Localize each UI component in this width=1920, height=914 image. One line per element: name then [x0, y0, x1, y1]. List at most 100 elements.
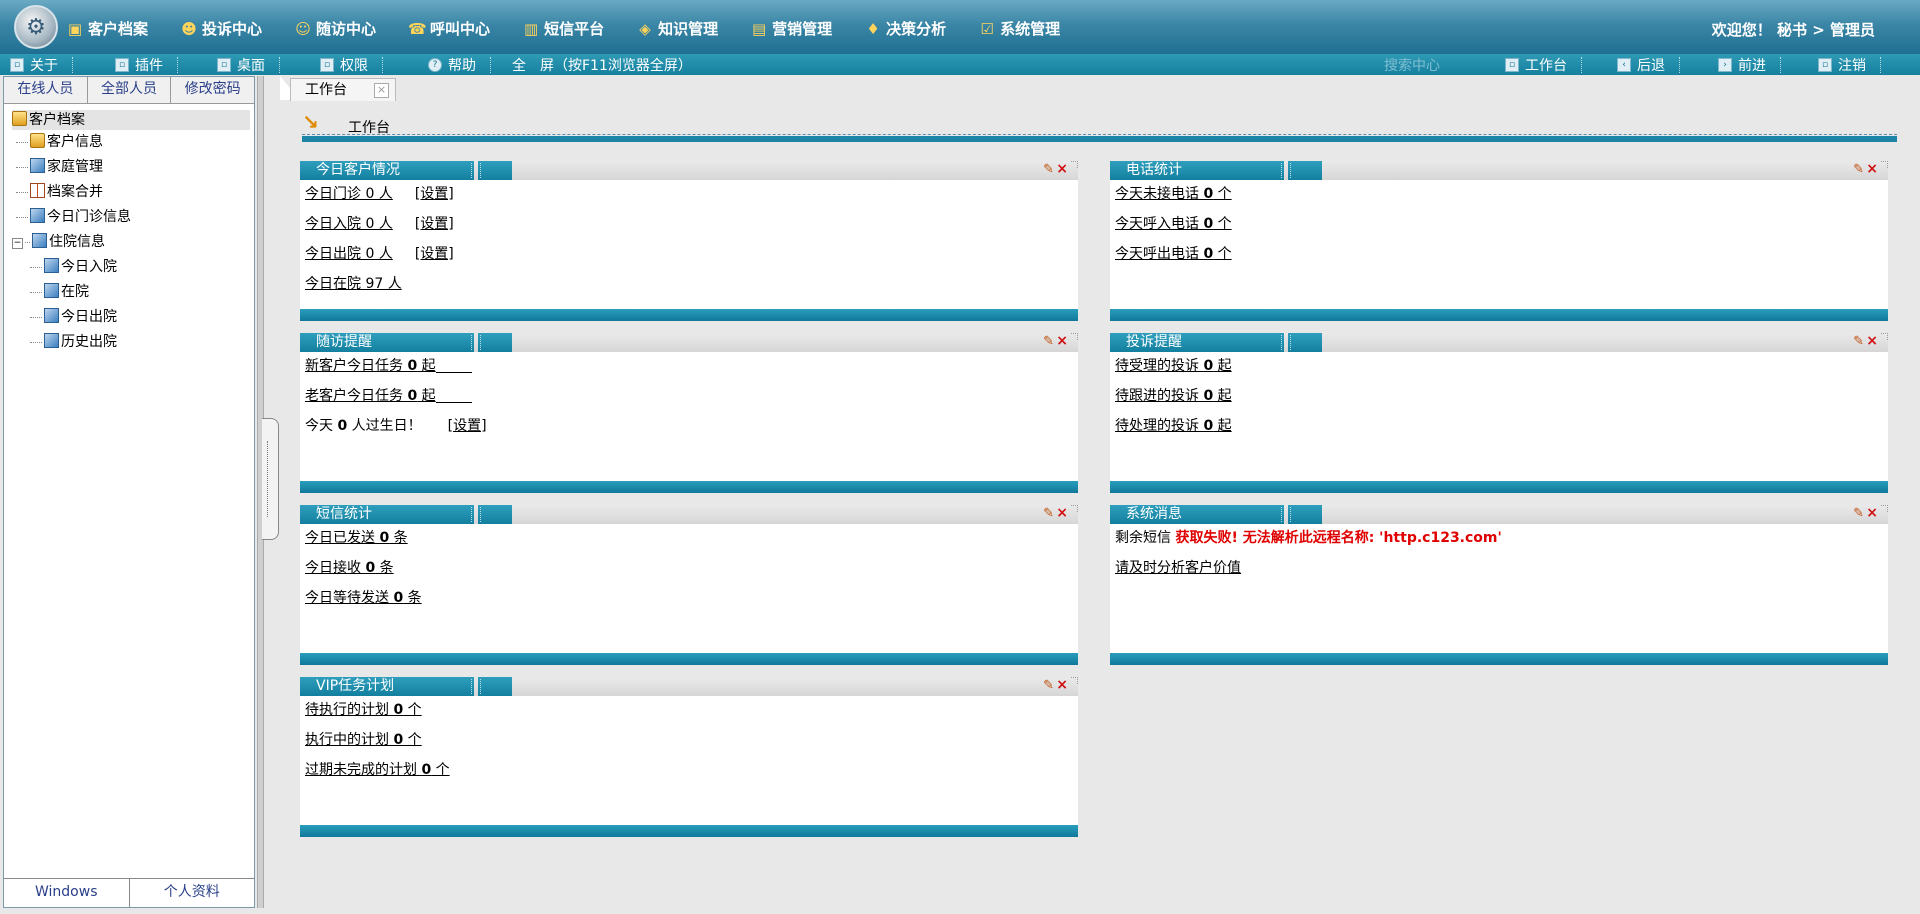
incoming-calls-link[interactable]: 今天呼入电话 0 个 [1115, 216, 1232, 232]
close-icon[interactable]: × [374, 83, 389, 98]
resize-icon[interactable] [1881, 161, 1888, 168]
close-icon[interactable]: × [1056, 677, 1068, 693]
menu-call-center[interactable]: ☎ 呼叫中心 [408, 18, 490, 39]
resize-icon[interactable] [1071, 677, 1078, 684]
collapse-icon[interactable]: − [12, 238, 23, 249]
edit-icon[interactable]: ✎ [1043, 506, 1054, 521]
edit-icon[interactable]: ✎ [1853, 506, 1864, 521]
pending-process-complaints-link[interactable]: 待处理的投诉 0 起 [1115, 418, 1232, 434]
menu-complaint-center[interactable]: ☻ 投诉中心 [180, 18, 262, 39]
workbench-button[interactable]: ▫ 工作台 [1505, 55, 1583, 75]
tree-item-history-discharge[interactable]: 历史出院 [4, 330, 254, 355]
row-count: 0 [1203, 186, 1214, 202]
menu-label: 投诉中心 [202, 20, 263, 38]
analyze-customer-value-link[interactable]: 请及时分析客户价值 [1115, 560, 1241, 576]
sms-received-link[interactable]: 今日接收 0 条 [305, 560, 394, 576]
help-button[interactable]: ? 帮助 [428, 55, 492, 75]
edit-icon[interactable]: ✎ [1853, 162, 1864, 177]
tree-item-inpatient-info[interactable]: − 住院信息 [4, 230, 254, 255]
tab-online-users[interactable]: 在线人员 [4, 77, 88, 103]
missed-calls-link[interactable]: 今天未接电话 0 个 [1115, 186, 1232, 202]
row-count: 0 [407, 358, 418, 374]
permission-button[interactable]: ▫ 权限 [320, 55, 384, 75]
forward-label: 前进 [1738, 58, 1766, 74]
sidebar-bottom-tabs: Windows 个人资料 [4, 878, 254, 907]
row-count: 0 [1203, 358, 1214, 374]
settings-link[interactable]: [设置] [415, 246, 454, 262]
tab-personal-profile[interactable]: 个人资料 [130, 879, 255, 907]
edit-icon[interactable]: ✎ [1043, 678, 1054, 693]
settings-link[interactable]: [设置] [448, 418, 487, 434]
back-button[interactable]: ‹ 后退 [1617, 55, 1681, 75]
tree-item-family-management[interactable]: 家庭管理 [4, 155, 254, 180]
today-in-hospital-link[interactable]: 今日在院 97 人 [305, 276, 402, 292]
forward-button[interactable]: › 前进 [1718, 55, 1782, 75]
close-icon[interactable]: × [1866, 161, 1878, 177]
resize-icon[interactable] [1881, 505, 1888, 512]
pending-accept-complaints-link[interactable]: 待受理的投诉 0 起 [1115, 358, 1232, 374]
edit-icon[interactable]: ✎ [1853, 334, 1864, 349]
resize-icon[interactable] [1071, 505, 1078, 512]
tab-change-password[interactable]: 修改密码 [171, 77, 255, 103]
tree-connector [30, 291, 42, 293]
today-admission-link[interactable]: 今日入院 0 人 [305, 216, 393, 232]
sms-sent-link[interactable]: 今日已发送 0 条 [305, 530, 408, 546]
today-discharge-link[interactable]: 今日出院 0 人 [305, 246, 393, 262]
menu-customer-records[interactable]: ▣ 客户档案 [66, 18, 148, 39]
row-unit: 个 [403, 702, 422, 718]
outgoing-calls-link[interactable]: 今天呼出电话 0 个 [1115, 246, 1232, 262]
overdue-plans-link[interactable]: 过期未完成的计划 0 个 [305, 762, 450, 778]
resize-icon[interactable] [1881, 333, 1888, 340]
menu-knowledge[interactable]: ◈ 知识管理 [636, 18, 718, 39]
tab-workbench[interactable]: 工作台 × [290, 78, 396, 101]
resize-icon[interactable] [1071, 161, 1078, 168]
plugin-button[interactable]: ▫ 插件 [115, 55, 179, 75]
tree-root-customer-records[interactable]: 客户档案 [12, 110, 250, 130]
main-menu: ▣ 客户档案 ☻ 投诉中心 ☺ 随访中心 ☎ 呼叫中心 ▥ 短信平台 ◈ 知识管理 ▤ 营销管… [66, 18, 1092, 39]
close-icon[interactable]: × [1866, 505, 1878, 521]
close-icon[interactable]: × [1866, 333, 1878, 349]
menu-system-admin[interactable]: ☑ 系统管理 [978, 18, 1060, 39]
search-center-button[interactable]: 搜索中心 [1384, 55, 1440, 75]
logout-button[interactable]: ▫ 注销 [1818, 55, 1882, 75]
list-item: 今日出院 0 人 [设置] [305, 244, 454, 274]
tree-item-today-discharge[interactable]: 今日出院 [4, 305, 254, 330]
folder-icon: ▣ [67, 19, 83, 38]
settings-link[interactable]: [设置] [415, 186, 454, 202]
in-progress-plans-link[interactable]: 执行中的计划 0 个 [305, 732, 422, 748]
tree-item-in-hospital[interactable]: 在院 [4, 280, 254, 305]
tab-all-users[interactable]: 全部人员 [87, 77, 172, 103]
edit-icon[interactable]: ✎ [1043, 334, 1054, 349]
panel-header-block [478, 677, 512, 696]
tree-connector [16, 191, 28, 193]
settings-link[interactable]: [设置] [415, 216, 454, 232]
tree-item-customer-info[interactable]: 客户信息 [4, 130, 254, 155]
close-icon[interactable]: × [1056, 505, 1068, 521]
menu-decision-analysis[interactable]: ♦ 决策分析 [864, 18, 946, 39]
pending-followup-complaints-link[interactable]: 待跟进的投诉 0 起 [1115, 388, 1232, 404]
tab-windows[interactable]: Windows [4, 879, 130, 907]
pending-plans-link[interactable]: 待执行的计划 0 个 [305, 702, 422, 718]
edit-icon[interactable]: ✎ [1043, 162, 1054, 177]
tree-item-record-merge[interactable]: 档案合并 [4, 180, 254, 205]
about-button[interactable]: ▫ 关于 [10, 55, 74, 75]
desktop-button[interactable]: ▫ 桌面 [217, 55, 281, 75]
remaining-sms-label: 剩余短信 [1115, 530, 1176, 546]
resize-icon[interactable] [1071, 333, 1078, 340]
close-icon[interactable]: × [1056, 333, 1068, 349]
sidebar-tabs: 在线人员 全部人员 修改密码 [4, 77, 255, 104]
menu-marketing[interactable]: ▤ 营销管理 [750, 18, 832, 39]
fullscreen-button[interactable]: 全 屏（按F11浏览器全屏） [512, 55, 692, 75]
menu-followup-center[interactable]: ☺ 随访中心 [294, 18, 376, 39]
today-outpatient-link[interactable]: 今日门诊 0 人 [305, 186, 393, 202]
secondary-toolbar: ▫ 关于 ▫ 插件 ▫ 桌面 ▫ 权限 ? 帮助 全 屏（按F11浏览器全屏） 搜索中心 … [0, 54, 1920, 75]
new-customer-tasks-link[interactable]: 新客户今日任务 0 起 [305, 358, 436, 374]
close-icon[interactable]: × [1056, 161, 1068, 177]
tree-item-today-outpatient[interactable]: 今日门诊信息 [4, 205, 254, 230]
old-customer-tasks-link[interactable]: 老客户今日任务 0 起 [305, 388, 436, 404]
tree-item-today-admission[interactable]: 今日入院 [4, 255, 254, 280]
panel-footer [300, 825, 1078, 837]
row-text: 过期未完成的计划 [305, 762, 422, 778]
sms-waiting-link[interactable]: 今日等待发送 0 条 [305, 590, 422, 606]
menu-sms-platform[interactable]: ▥ 短信平台 [522, 18, 604, 39]
